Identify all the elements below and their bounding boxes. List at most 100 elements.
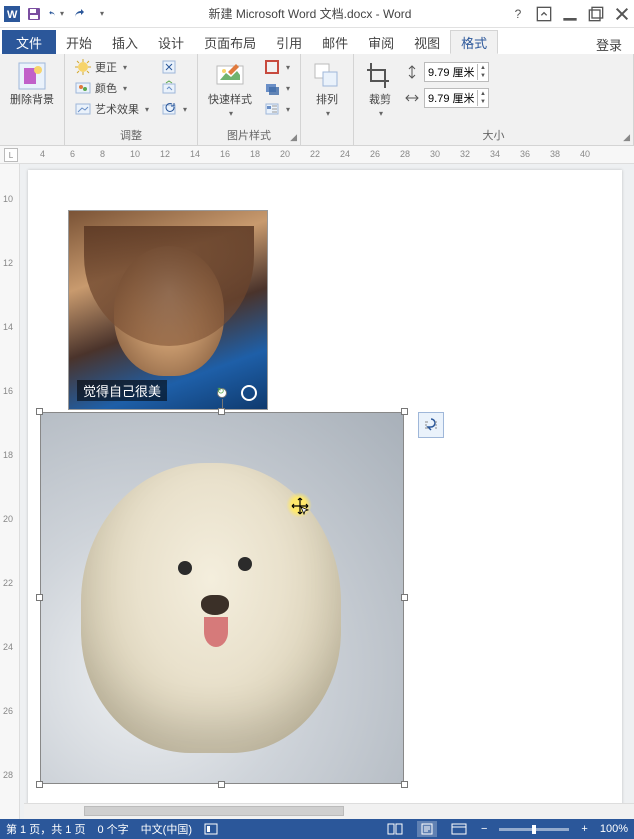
document-image-1[interactable]: 觉得自己很美	[68, 210, 268, 410]
document-image-2[interactable]	[40, 412, 404, 784]
resize-handle-bl[interactable]	[36, 781, 43, 788]
title-bar: W ▾ ▾ 新建 Microsoft Word 文档.docx - Word ?	[0, 0, 634, 28]
resize-handle-b[interactable]	[218, 781, 225, 788]
quick-styles-button[interactable]: 快速样式 ▾	[204, 58, 256, 120]
ruler-tick: 12	[160, 149, 170, 159]
reset-picture-button[interactable]: ▾	[157, 100, 191, 118]
scrollbar-thumb[interactable]	[84, 806, 344, 816]
ribbon-display-icon[interactable]	[536, 6, 552, 22]
zoom-thumb[interactable]	[532, 825, 536, 834]
ruler-tick: 16	[220, 149, 230, 159]
compress-picture-button[interactable]	[157, 58, 191, 76]
tab-page-layout[interactable]: 页面布局	[194, 30, 266, 54]
height-up[interactable]: ▲	[478, 64, 488, 72]
ruler-tick: 8	[100, 149, 105, 159]
qat-customize-icon[interactable]: ▾	[94, 6, 110, 22]
arrange-button[interactable]: 排列 ▾	[307, 58, 347, 120]
horizontal-scrollbar[interactable]	[24, 803, 634, 819]
tab-selector[interactable]: L	[4, 148, 18, 162]
language-indicator[interactable]: 中文(中国)	[141, 821, 192, 837]
ruler-vtick: 20	[3, 514, 13, 524]
resize-handle-l[interactable]	[36, 594, 43, 601]
height-spinner[interactable]: ▲▼	[424, 62, 489, 82]
ruler-tick: 36	[520, 149, 530, 159]
tab-mail[interactable]: 邮件	[312, 30, 358, 54]
replay-icon	[241, 385, 257, 401]
zoom-level[interactable]: 100%	[600, 823, 628, 835]
tab-insert[interactable]: 插入	[102, 30, 148, 54]
styles-launcher-icon[interactable]: ◢	[290, 132, 297, 143]
tab-references[interactable]: 引用	[266, 30, 312, 54]
ruler-tick: 22	[310, 149, 320, 159]
group-picture-styles: 快速样式 ▾ ▾ ▾ ▾ 图片样式 ◢	[198, 54, 301, 145]
insert-mode-icon[interactable]	[204, 823, 218, 835]
resize-handle-tr[interactable]	[401, 408, 408, 415]
web-layout-icon[interactable]	[449, 821, 469, 837]
tab-view[interactable]: 视图	[404, 30, 450, 54]
zoom-slider[interactable]	[499, 828, 569, 831]
arrange-label: 排列	[316, 94, 338, 107]
resize-handle-br[interactable]	[401, 781, 408, 788]
tab-file[interactable]: 文件	[2, 30, 56, 54]
word-app-icon[interactable]: W	[4, 6, 20, 22]
tab-home[interactable]: 开始	[56, 30, 102, 54]
close-icon[interactable]	[614, 6, 630, 22]
ruler-tick: 38	[550, 149, 560, 159]
change-picture-button[interactable]	[157, 79, 191, 97]
width-up[interactable]: ▲	[478, 90, 488, 98]
remove-background-button[interactable]: 删除背景	[6, 58, 58, 109]
width-down[interactable]: ▼	[478, 98, 488, 106]
height-down[interactable]: ▼	[478, 72, 488, 80]
restore-icon[interactable]	[588, 6, 604, 22]
picture-layout-button[interactable]: ▾	[260, 100, 294, 118]
zoom-in-icon[interactable]: +	[581, 823, 587, 835]
resize-handle-tl[interactable]	[36, 408, 43, 415]
group-adjust: 更正▾ 颜色▾ 艺术效果▾ ▾ 调整	[65, 54, 198, 145]
undo-icon[interactable]: ▾	[48, 6, 64, 22]
page[interactable]: 觉得自己很美	[28, 170, 622, 810]
zoom-out-icon[interactable]: −	[481, 823, 487, 835]
effects-label: 艺术效果	[95, 101, 139, 117]
layout-options-button[interactable]	[418, 412, 444, 438]
width-input[interactable]	[425, 92, 477, 104]
ruler-vtick: 16	[3, 386, 13, 396]
tab-format[interactable]: 格式	[450, 30, 498, 54]
print-layout-icon[interactable]	[417, 821, 437, 837]
tab-review[interactable]: 审阅	[358, 30, 404, 54]
ruler-tick: 28	[400, 149, 410, 159]
resize-handle-t[interactable]	[218, 408, 225, 415]
save-icon[interactable]	[26, 6, 42, 22]
word-count[interactable]: 0 个字	[97, 821, 128, 837]
ruler-tick: 32	[460, 149, 470, 159]
help-icon[interactable]: ?	[510, 6, 526, 22]
minimize-icon[interactable]	[562, 6, 578, 22]
height-input[interactable]	[425, 66, 477, 78]
artistic-effects-button[interactable]: 艺术效果▾	[71, 100, 153, 118]
read-mode-icon[interactable]	[385, 821, 405, 837]
width-spinner[interactable]: ▲▼	[424, 88, 489, 108]
crop-button[interactable]: 裁剪 ▾	[360, 58, 400, 120]
corrections-button[interactable]: 更正▾	[71, 58, 153, 76]
horizontal-ruler[interactable]: L 46810121416182022242628303234363840	[0, 146, 634, 164]
rotate-handle[interactable]	[217, 388, 227, 398]
login-link[interactable]: 登录	[596, 35, 634, 54]
page-indicator[interactable]: 第 1 页，共 1 页	[6, 821, 85, 837]
ruler-tick: 14	[190, 149, 200, 159]
ruler-vtick: 14	[3, 322, 13, 332]
height-icon	[404, 64, 420, 80]
ruler-vtick: 10	[3, 194, 13, 204]
redo-icon[interactable]	[70, 6, 86, 22]
ruler-vtick: 26	[3, 706, 13, 716]
vertical-ruler[interactable]: 10121416182022242628	[0, 164, 20, 819]
ruler-vtick: 18	[3, 450, 13, 460]
picture-effects-button[interactable]: ▾	[260, 79, 294, 97]
resize-handle-r[interactable]	[401, 594, 408, 601]
size-launcher-icon[interactable]: ◢	[623, 132, 630, 143]
color-button[interactable]: 颜色▾	[71, 79, 153, 97]
picture-border-button[interactable]: ▾	[260, 58, 294, 76]
styles-group-label: 图片样式	[227, 130, 271, 142]
group-arrange: 排列 ▾	[301, 54, 354, 145]
tab-design[interactable]: 设计	[148, 30, 194, 54]
group-size: 裁剪 ▾ ▲▼ ▲▼ 大小◢	[354, 54, 634, 145]
ruler-tick: 34	[490, 149, 500, 159]
